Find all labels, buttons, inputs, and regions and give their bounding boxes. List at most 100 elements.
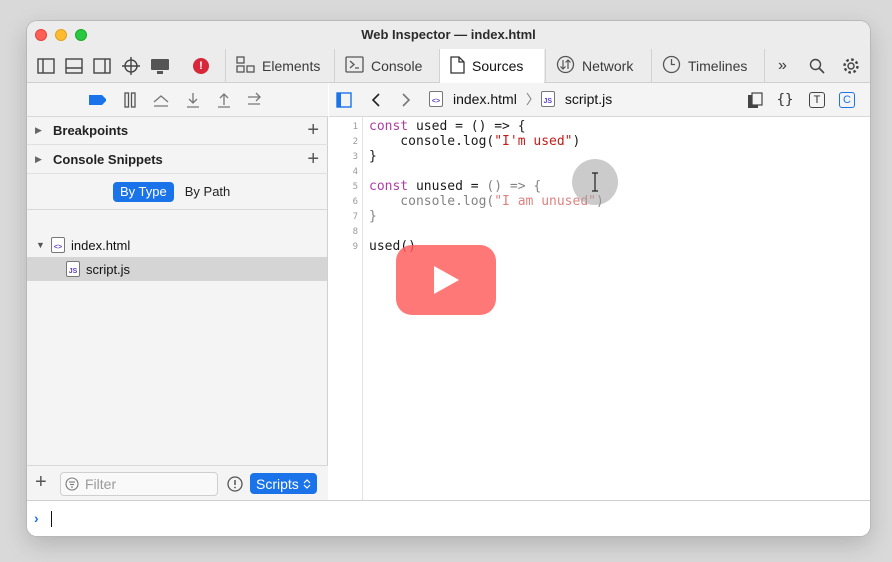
content-navigation-bar: <> index.html JS script.js {} T C: [329, 83, 870, 117]
add-breakpoint-button[interactable]: +: [307, 120, 319, 140]
tree-item-index-html[interactable]: ▼ <> index.html: [27, 233, 327, 257]
code-line: console.log("I'm used"): [369, 134, 581, 149]
breadcrumb-item[interactable]: index.html: [453, 91, 517, 107]
breakpoints-section-header[interactable]: ▶ Breakpoints +: [27, 117, 328, 145]
dock-left-icon[interactable]: [36, 57, 56, 75]
tab-label: Elements: [262, 58, 321, 74]
js-file-icon: JS: [66, 261, 80, 277]
breakpoints-label: Breakpoints: [53, 123, 129, 138]
close-window-button[interactable]: [35, 29, 47, 41]
forward-chevron-icon[interactable]: [397, 92, 415, 108]
divider: [27, 209, 327, 210]
tree-item-label: script.js: [86, 261, 131, 277]
zoom-window-button[interactable]: [75, 29, 87, 41]
html-file-icon: <>: [51, 237, 65, 253]
code-line: }: [369, 209, 377, 224]
disclosure-triangle-icon: ▶: [35, 154, 42, 164]
console-snippets-label: Console Snippets: [53, 152, 163, 167]
line-number: 1: [352, 122, 358, 132]
code-line: console.log("I am unused"): [369, 194, 604, 209]
type-profiler-label: T: [809, 92, 825, 108]
step-into-icon[interactable]: [184, 92, 202, 108]
tab-label: Timelines: [688, 58, 748, 74]
video-play-button[interactable]: [396, 245, 496, 315]
pause-icon[interactable]: [121, 92, 139, 108]
group-by-type-button[interactable]: By Type: [113, 182, 174, 202]
minimize-window-button[interactable]: [55, 29, 67, 41]
navigator-filter-bar: + Scripts: [27, 465, 328, 500]
line-number: 6: [352, 197, 358, 207]
line-number-gutter[interactable]: 1 2 3 4 5 6 7 8 9: [329, 117, 363, 500]
sources-navigator: ▶ Breakpoints + ▶ Console Snippets + By …: [27, 83, 328, 500]
tab-network[interactable]: Network: [545, 49, 650, 83]
console-icon: [345, 56, 364, 76]
quick-console[interactable]: ›: [27, 500, 870, 536]
console-snippets-section-header[interactable]: ▶ Console Snippets +: [27, 146, 328, 174]
step-out-icon[interactable]: [215, 92, 233, 108]
step-icon[interactable]: [246, 92, 264, 108]
line-number: 5: [352, 182, 358, 192]
text-caret: [51, 511, 52, 527]
filter-field[interactable]: [60, 472, 218, 496]
title-bar: Web Inspector — index.html: [27, 21, 870, 49]
tab-elements[interactable]: Elements: [225, 49, 330, 83]
group-by-control: By Type By Path: [113, 182, 237, 202]
line-number: 2: [352, 137, 358, 147]
timelines-icon: [662, 55, 681, 77]
overflow-chevron-icon: »: [778, 57, 787, 74]
code-coverage-label: C: [839, 92, 855, 108]
mouse-cursor-highlight: [572, 159, 618, 205]
code-line: const used = () => {: [369, 119, 526, 134]
filter-input[interactable]: [85, 476, 205, 492]
back-chevron-icon[interactable]: [367, 92, 385, 108]
resource-type-label: Scripts: [256, 475, 299, 492]
tab-label: Sources: [472, 58, 524, 74]
tab-overflow-button[interactable]: »: [764, 49, 800, 83]
line-number: 7: [352, 212, 358, 222]
sources-icon: [450, 55, 465, 77]
text-cursor-icon: [592, 172, 598, 192]
element-picker-icon[interactable]: [121, 57, 141, 75]
dock-bottom-icon[interactable]: [64, 57, 84, 75]
gear-icon[interactable]: [841, 57, 861, 75]
disclosure-triangle-icon: ▶: [35, 125, 42, 135]
pretty-print-button[interactable]: {}: [776, 92, 794, 108]
device-settings-icon[interactable]: [150, 57, 170, 75]
line-number: 3: [352, 152, 358, 162]
tree-item-script-js[interactable]: JS script.js: [27, 257, 327, 281]
chevron-updown-icon: [303, 478, 311, 489]
tab-label: Console: [371, 58, 423, 74]
resource-type-select[interactable]: Scripts: [250, 473, 317, 494]
breadcrumb-separator-icon: [526, 92, 532, 106]
play-icon: [434, 266, 459, 294]
network-icon: [556, 55, 575, 77]
line-number: 8: [352, 227, 358, 237]
show-original-resource-icon[interactable]: [746, 91, 764, 108]
step-over-icon[interactable]: [152, 92, 170, 108]
dock-right-icon[interactable]: [92, 57, 112, 75]
js-file-icon: JS: [540, 91, 555, 107]
code-line: const unused = () => {: [369, 179, 542, 194]
add-snippet-button[interactable]: +: [307, 149, 319, 169]
tab-sources[interactable]: Sources: [439, 49, 544, 83]
search-icon[interactable]: [807, 57, 827, 75]
tab-console[interactable]: Console: [334, 49, 438, 83]
debugger-toolbar: [27, 83, 328, 117]
toggle-navigator-icon[interactable]: [335, 92, 353, 108]
filter-icon: [65, 477, 79, 491]
code-line: }: [369, 149, 377, 164]
breakpoints-toggle-icon[interactable]: [88, 92, 106, 108]
error-indicator-icon[interactable]: !: [193, 58, 209, 74]
breadcrumb-item[interactable]: script.js: [565, 91, 612, 107]
group-by-path-button[interactable]: By Path: [178, 182, 238, 202]
code-coverage-button[interactable]: C: [838, 92, 856, 108]
add-resource-button[interactable]: +: [35, 471, 47, 493]
tab-label: Network: [582, 58, 634, 74]
type-profiler-button[interactable]: T: [808, 92, 826, 108]
tab-timelines[interactable]: Timelines: [651, 49, 763, 83]
line-number: 4: [352, 167, 358, 177]
disclosure-triangle-expanded-icon: ▼: [36, 240, 45, 250]
html-file-icon: <>: [429, 91, 443, 107]
tab-bar: ! Elements Console Sources Network Timel…: [27, 49, 870, 83]
issues-filter-icon[interactable]: [227, 476, 243, 495]
